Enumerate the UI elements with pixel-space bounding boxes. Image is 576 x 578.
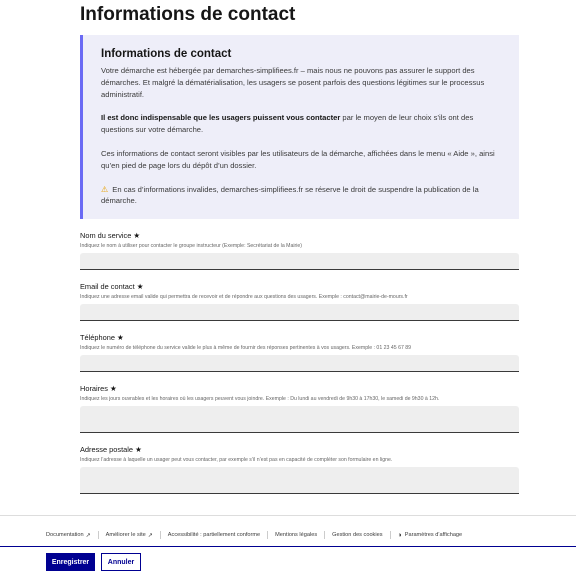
hours-field: Horaires ★ Indiquez les jours ouvrables … [80,384,519,433]
service-name-label-text: Nom du service [80,231,132,240]
postal-address-textarea[interactable] [80,467,519,494]
footer-separator [97,531,99,539]
required-icon: ★ [110,384,117,393]
callout-paragraph-visibility: Ces informations de contact seront visib… [101,148,495,170]
postal-address-field: Adresse postale ★ Indiquez l’adresse à l… [80,445,519,494]
hours-label-text: Horaires [80,384,108,393]
required-icon: ★ [136,282,144,291]
callout-emphasis: Il est donc indispensable que les usager… [101,113,341,123]
service-name-label: Nom du service ★ [80,231,519,240]
warning-icon: ⚠ [101,184,109,194]
service-name-field: Nom du service ★ Indiquez le nom à utili… [80,231,519,270]
page-title: Informations de contact [80,4,296,25]
contact-email-hint: Indiquez une adresse email valide qui pe… [80,294,408,300]
external-link-icon: ↗ [85,532,91,539]
phone-input[interactable] [80,355,519,372]
postal-address-hint: Indiquez l’adresse à laquelle un usager … [80,457,393,463]
contact-email-field: Email de contact ★ Indiquez une adresse … [80,282,519,321]
hours-label: Horaires ★ [80,384,519,393]
required-icon: ★ [133,231,141,240]
callout-title: Informations de contact [101,48,232,60]
footer-link-documentation-label: Documentation [46,532,84,538]
footer-links: Documentation ↗ Améliorer le site ↗ Access… [46,531,462,539]
contact-email-label-text: Email de contact [80,282,135,291]
footer-separator [267,531,269,539]
footer-link-documentation[interactable]: Documentation ↗ [46,532,91,539]
footer-link-ameliorer-label: Améliorer le site [105,532,146,538]
callout-paragraph-hosting: Votre démarche est hébergée par demarche… [101,66,485,99]
display-settings-icon: ◑ [397,531,402,539]
required-icon: ★ [117,333,124,342]
phone-field: Téléphone ★ Indiquez le numéro de téléph… [80,333,519,372]
hours-hint: Indiquez les jours ouvrables et les hora… [80,396,440,402]
contact-email-label: Email de contact ★ [80,282,519,291]
save-button[interactable]: Enregistrer [46,553,95,571]
footer-link-accessibilite[interactable]: Accessibilité : partiellement conforme [168,532,260,538]
external-link-icon: ↗ [147,532,153,539]
phone-label: Téléphone ★ [80,333,519,342]
postal-address-label-text: Adresse postale [80,445,133,454]
footer-separator [389,531,391,539]
callout-paragraph-contact: Il est donc indispensable que les usager… [101,112,501,136]
cancel-button[interactable]: Annuler [101,553,141,571]
service-name-hint: Indiquez le nom à utiliser pour contacte… [80,243,303,249]
phone-label-text: Téléphone [80,333,115,342]
callout-warning-text: En cas d’informations invalides, demarch… [101,184,479,206]
footer-link-cookies[interactable]: Gestion des cookies [332,532,382,538]
postal-address-label: Adresse postale ★ [80,445,519,454]
required-icon: ★ [135,445,142,454]
phone-hint: Indiquez le numéro de téléphone du servi… [80,345,412,351]
info-callout: Informations de contact Votre démarche e… [80,35,519,219]
contact-email-input[interactable] [80,304,519,321]
callout-paragraph-warning: ⚠ En cas d’informations invalides, demar… [101,184,501,208]
footer-separator [324,531,326,539]
footer-link-ameliorer[interactable]: Améliorer le site ↗ [106,532,153,539]
footer-link-mentions[interactable]: Mentions légales [275,532,317,538]
footer-link-parametres-label: Paramètres d’affichage [404,532,463,538]
hours-textarea[interactable] [80,406,519,433]
footer-separator [159,531,161,539]
footer-link-parametres[interactable]: ◑ Paramètres d’affichage [398,532,463,539]
service-name-input[interactable] [80,253,519,270]
